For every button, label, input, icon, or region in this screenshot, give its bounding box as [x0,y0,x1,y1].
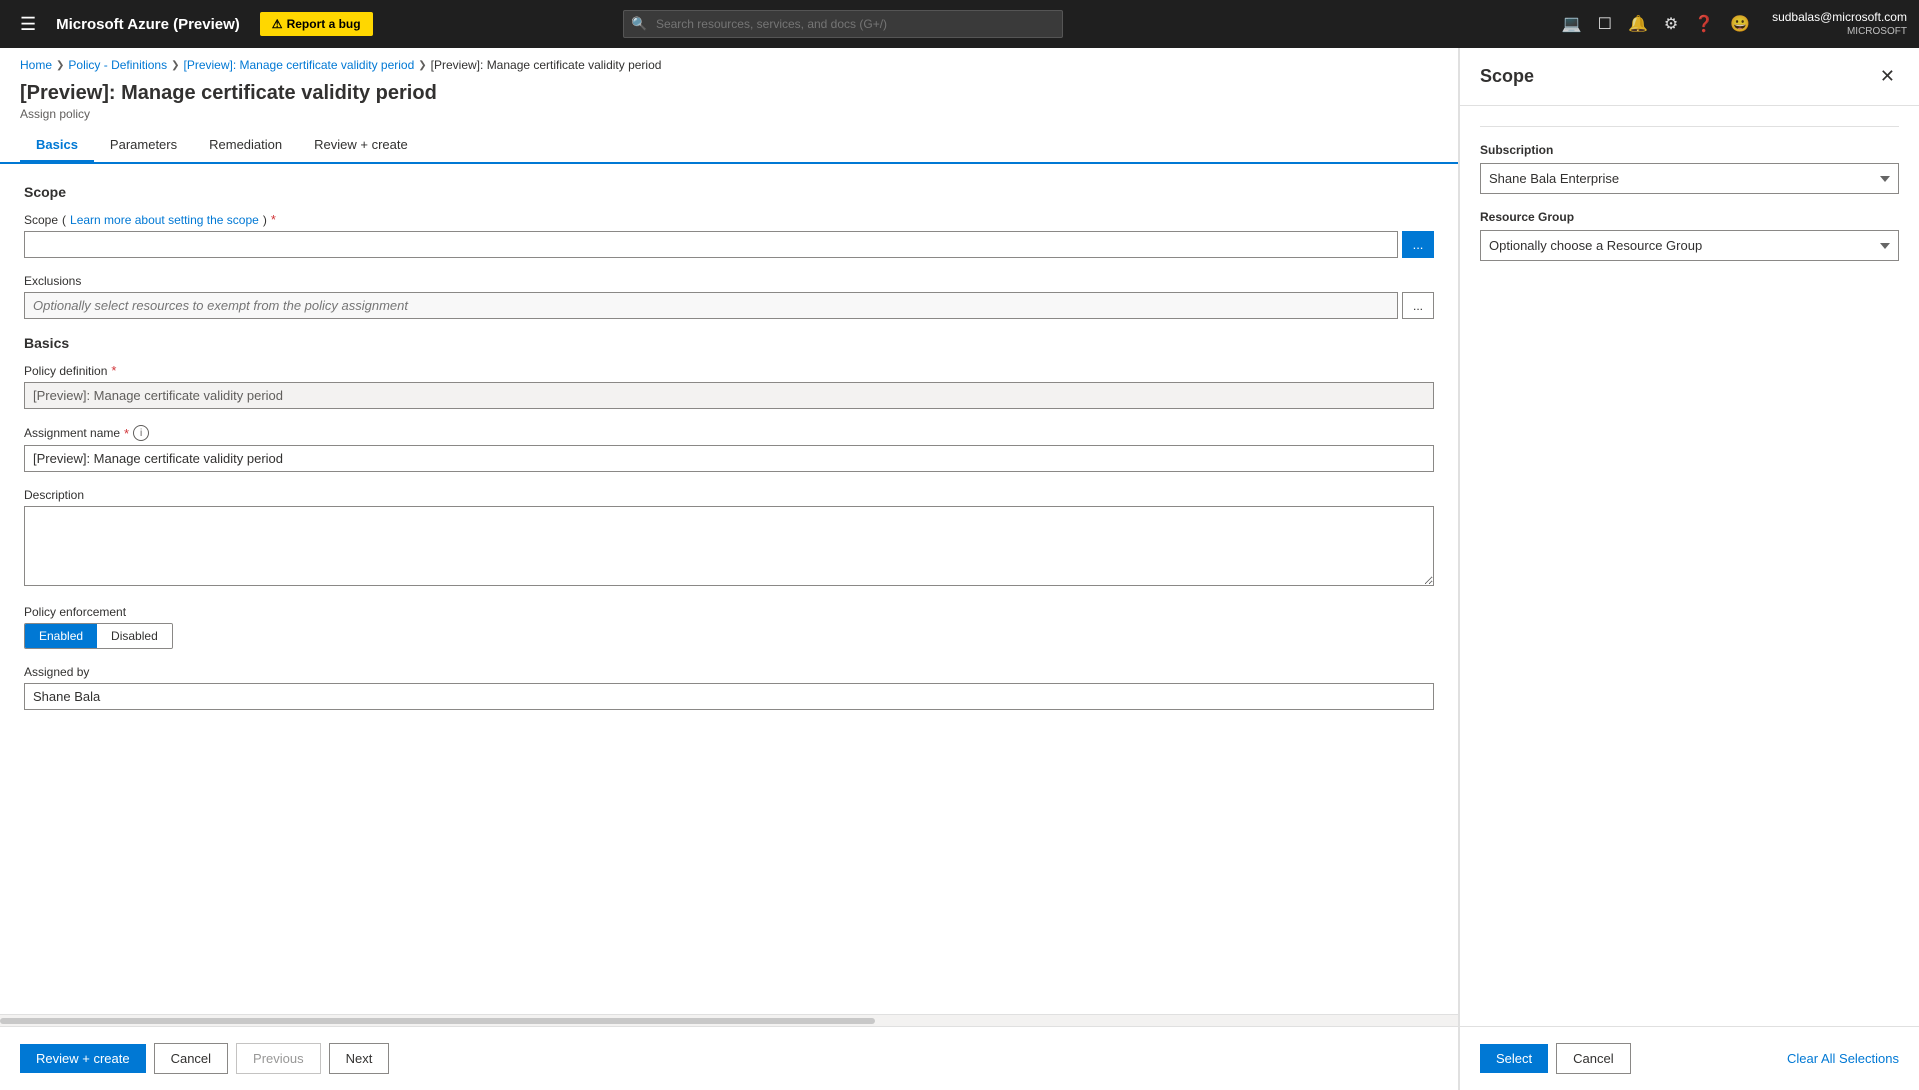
scope-section-title: Scope [24,184,1434,200]
exclusions-label: Exclusions [24,274,1434,288]
review-create-button[interactable]: Review + create [20,1044,146,1073]
policy-enforcement-field-group: Policy enforcement Enabled Disabled [24,605,1434,649]
search-icon: 🔍 [631,16,647,32]
breadcrumb-current: [Preview]: Manage certificate validity p… [431,58,662,72]
clear-all-button[interactable]: Clear All Selections [1787,1044,1899,1073]
enforcement-enabled-button[interactable]: Enabled [25,624,97,648]
breadcrumb: Home ❯ Policy - Definitions ❯ [Preview]:… [0,48,1458,78]
horizontal-scrollbar[interactable] [0,1014,1458,1026]
settings-icon[interactable]: ⚙ [1658,8,1684,40]
search-box: 🔍 [623,10,1063,38]
bottom-bar: Review + create Cancel Previous Next [0,1026,1458,1090]
scope-cancel-button[interactable]: Cancel [1556,1043,1630,1074]
previous-button[interactable]: Previous [236,1043,321,1074]
assignment-name-label: Assignment name * i [24,425,1434,441]
exclusions-input[interactable] [24,292,1398,319]
assignment-name-input[interactable] [24,445,1434,472]
page-header: [Preview]: Manage certificate validity p… [0,78,1458,164]
assigned-by-field-group: Assigned by [24,665,1434,710]
search-input[interactable] [623,10,1063,38]
tab-remediation[interactable]: Remediation [193,129,298,162]
report-bug-button[interactable]: ⚠ Report a bug [260,12,373,36]
basics-section-title: Basics [24,335,1434,351]
scope-ellipsis-button[interactable]: ... [1402,231,1434,258]
subscription-label: Subscription [1480,143,1899,157]
top-navigation: ☰ Microsoft Azure (Preview) ⚠ Report a b… [0,0,1919,48]
scope-panel-divider [1480,126,1899,127]
breadcrumb-sep-2: ❯ [171,60,179,71]
user-org: MICROSOFT [1772,25,1907,38]
policy-definition-label: Policy definition * [24,363,1434,378]
next-button[interactable]: Next [329,1043,390,1074]
scope-field-group: Scope (Learn more about setting the scop… [24,212,1434,258]
scope-input-row: ... [24,231,1434,258]
assigned-by-input[interactable] [24,683,1434,710]
scope-input[interactable] [24,231,1398,258]
breadcrumb-home[interactable]: Home [20,58,52,72]
scope-panel-title: Scope [1480,66,1534,87]
policy-definition-required: * [111,363,116,378]
policy-definition-field-group: Policy definition * [24,363,1434,409]
tabs: Basics Parameters Remediation Review + c… [20,129,1438,162]
scope-select-button[interactable]: Select [1480,1044,1548,1073]
description-label: Description [24,488,1434,502]
description-textarea[interactable] [24,506,1434,586]
policy-definition-input [24,382,1434,409]
scope-panel-footer: Select Cancel Clear All Selections [1460,1026,1919,1090]
description-field-group: Description [24,488,1434,589]
nav-icons: ️💻 ☐ 🔔 ⚙ ❓ 😀 [1556,8,1756,40]
breadcrumb-sep-3: ❯ [418,60,426,71]
exclusions-input-row: ... [24,292,1434,319]
tab-parameters[interactable]: Parameters [94,129,193,162]
subscription-select[interactable]: Shane Bala Enterprise [1480,163,1899,194]
hamburger-menu[interactable]: ☰ [12,14,44,35]
cloud-shell-icon[interactable]: ️💻 [1556,8,1588,40]
user-email: sudbalas@microsoft.com [1772,10,1907,26]
breadcrumb-policy-page[interactable]: [Preview]: Manage certificate validity p… [184,58,415,72]
assignment-name-required: * [124,426,129,441]
enforcement-toggle: Enabled Disabled [24,623,173,649]
resource-group-label: Resource Group [1480,210,1899,224]
exclusions-ellipsis-button[interactable]: ... [1402,292,1434,319]
scope-required: * [271,212,276,227]
resource-group-select[interactable]: Optionally choose a Resource Group [1480,230,1899,261]
directory-icon[interactable]: ☐ [1592,8,1618,40]
exclusions-field-group: Exclusions ... [24,274,1434,319]
breadcrumb-policy-definitions[interactable]: Policy - Definitions [68,58,167,72]
breadcrumb-sep-1: ❯ [56,60,64,71]
cancel-button[interactable]: Cancel [154,1043,228,1074]
brand-name: Microsoft Azure (Preview) [56,16,240,33]
help-icon[interactable]: ❓ [1688,8,1720,40]
scope-panel-close-button[interactable]: ✕ [1876,62,1899,91]
bug-icon: ⚠ [272,17,283,31]
assignment-name-info-icon[interactable]: i [133,425,149,441]
page-subtitle: Assign policy [20,107,1438,121]
scope-panel-header: Scope ✕ [1460,48,1919,106]
tab-basics[interactable]: Basics [20,129,94,162]
scope-learn-more-link[interactable]: Learn more about setting the scope [70,213,259,227]
content-area: Scope Scope (Learn more about setting th… [0,164,1458,1014]
scope-label: Scope (Learn more about setting the scop… [24,212,1434,227]
main-layout: Home ❯ Policy - Definitions ❯ [Preview]:… [0,48,1919,1090]
assigned-by-label: Assigned by [24,665,1434,679]
feedback-icon[interactable]: 😀 [1724,8,1756,40]
page-title: [Preview]: Manage certificate validity p… [20,82,1438,105]
enforcement-disabled-button[interactable]: Disabled [97,624,172,648]
tab-review-create[interactable]: Review + create [298,129,424,162]
user-info[interactable]: sudbalas@microsoft.com MICROSOFT [1772,10,1907,39]
scrollbar-thumb [0,1018,875,1024]
scope-panel-content: Subscription Shane Bala Enterprise Resou… [1460,106,1919,1026]
scope-panel: Scope ✕ Subscription Shane Bala Enterpri… [1459,48,1919,1090]
left-panel: Home ❯ Policy - Definitions ❯ [Preview]:… [0,48,1459,1090]
policy-enforcement-label: Policy enforcement [24,605,1434,619]
assignment-name-field-group: Assignment name * i [24,425,1434,472]
notification-icon[interactable]: 🔔 [1622,8,1654,40]
